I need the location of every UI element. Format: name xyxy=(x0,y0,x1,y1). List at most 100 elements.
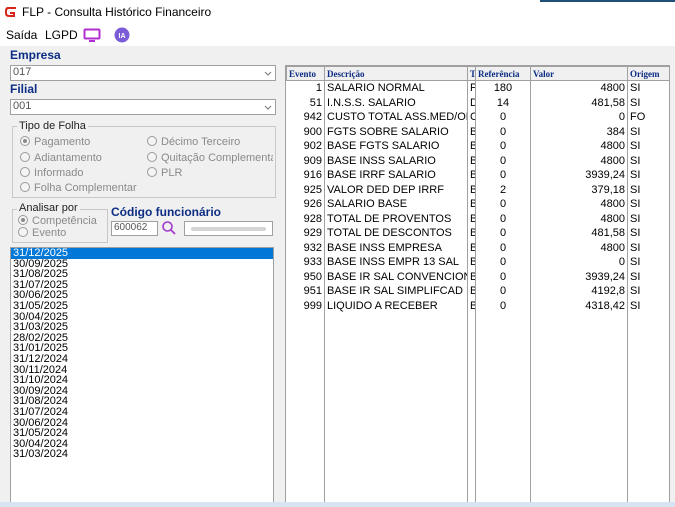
col-referencia[interactable]: Referência xyxy=(475,66,531,81)
date-list-item[interactable]: 31/12/2024 xyxy=(11,354,273,365)
date-list-item[interactable]: 31/03/2024 xyxy=(11,449,273,460)
radio-quitacao-complementar[interactable]: Quitação Complementar xyxy=(147,152,273,164)
table-cell: 3939,24 xyxy=(530,168,628,183)
table-cell: 51 xyxy=(286,95,325,110)
table-row[interactable]: 925VALOR DED DEP IRRFB2379,18SI xyxy=(286,182,669,197)
table-cell: 0 xyxy=(475,255,531,270)
col-evento[interactable]: Evento xyxy=(286,66,325,81)
title-accent-line xyxy=(540,0,675,2)
radio-label: PLR xyxy=(161,167,183,179)
table-cell: 0 xyxy=(475,240,531,255)
radio-label: Adiantamento xyxy=(34,152,102,164)
table-cell: B xyxy=(467,153,476,168)
table-row[interactable]: 1SALARIO NORMALP1804800SI xyxy=(286,80,669,96)
table-cell: SALARIO BASE xyxy=(324,197,468,212)
table-cell: TOTAL DE DESCONTOS xyxy=(324,226,468,241)
codigo-funcionario-input[interactable]: 600062 xyxy=(111,221,158,236)
table-row[interactable]: 926SALARIO BASEB04800SI xyxy=(286,197,669,212)
menu-saida[interactable]: Saída xyxy=(6,28,37,42)
table-row[interactable]: 951BASE IR SAL SIMPLIFCADB04192,8SI xyxy=(286,284,669,299)
radio-dot xyxy=(18,227,28,237)
search-icon[interactable] xyxy=(161,220,177,236)
ia-icon[interactable]: IA xyxy=(114,27,130,43)
table-row[interactable]: 932BASE INSS EMPRESAB04800SI xyxy=(286,240,669,255)
table-row[interactable]: 929TOTAL DE DESCONTOSB0481,58SI xyxy=(286,226,669,241)
table-cell: 0 xyxy=(475,211,531,226)
table-cell: BASE IRRF SALARIO xyxy=(324,168,468,183)
table-row[interactable]: 909BASE INSS SALARIOB04800SI xyxy=(286,153,669,168)
table-cell: 3939,24 xyxy=(530,269,628,284)
radio-folha-complementar[interactable]: Folha Complementar xyxy=(20,182,137,194)
table-row[interactable]: 950BASE IR SAL CONVENCIONB03939,24SI xyxy=(286,269,669,284)
radio-pagamento[interactable]: Pagamento xyxy=(20,136,90,148)
date-list-item[interactable]: 31/12/2025 xyxy=(11,248,273,259)
table-cell: 379,18 xyxy=(530,182,628,197)
competencia-date-list[interactable]: 31/12/2025 30/09/2025 31/08/2025 31/07/2025… xyxy=(10,247,274,504)
col-descricao[interactable]: Descrição xyxy=(324,66,468,81)
col-origem[interactable]: Origem xyxy=(627,66,669,81)
table-row[interactable]: 942CUSTO TOTAL ASS.MED/ODC00FO xyxy=(286,110,669,125)
table-cell: 0 xyxy=(475,110,531,125)
radio-adiantamento[interactable]: Adiantamento xyxy=(20,152,102,164)
radio-label: Quitação Complementar xyxy=(161,152,273,164)
table-cell: 0 xyxy=(530,110,628,125)
table-row[interactable]: 902BASE FGTS SALARIOB04800SI xyxy=(286,139,669,154)
monitor-icon[interactable] xyxy=(83,28,101,43)
table-cell: C xyxy=(467,110,476,125)
table-cell: 4800 xyxy=(530,197,628,212)
table-cell: LIQUIDO A RECEBER xyxy=(324,298,468,313)
menu-lgpd[interactable]: LGPD xyxy=(45,28,78,42)
table-cell: 4192,8 xyxy=(530,284,628,299)
empresa-select[interactable]: 017 xyxy=(10,65,276,81)
chevron-down-icon[interactable] xyxy=(261,100,275,114)
table-empty-cell xyxy=(324,313,468,503)
table-cell: CUSTO TOTAL ASS.MED/OD xyxy=(324,110,468,125)
table-cell: TOTAL DE PROVENTOS xyxy=(324,211,468,226)
table-row[interactable]: 928TOTAL DE PROVENTOSB04800SI xyxy=(286,211,669,226)
date-list-item[interactable]: 31/07/2024 xyxy=(11,407,273,418)
funcionario-name-field xyxy=(184,221,273,236)
table-row[interactable]: 933BASE INSS EMPR 13 SALB00SI xyxy=(286,255,669,270)
table-cell: FO xyxy=(627,110,669,125)
radio-label: Evento xyxy=(32,227,67,239)
date-list-item[interactable]: 31/05/2025 xyxy=(11,301,273,312)
radio-plr[interactable]: PLR xyxy=(147,167,182,179)
table-cell: SI xyxy=(627,269,669,284)
radio-dot xyxy=(20,136,30,146)
table-cell: 925 xyxy=(286,182,325,197)
table-row[interactable]: 900FGTS SOBRE SALARIOB0384SI xyxy=(286,124,669,139)
grid-header-row: Evento Descrição T Referência Valor Orig… xyxy=(286,66,669,81)
codigo-funcionario-label: Código funcionário xyxy=(111,205,221,219)
table-cell: 916 xyxy=(286,168,325,183)
table-empty-cell xyxy=(475,313,531,503)
radio-evento[interactable]: Evento xyxy=(18,227,66,239)
table-cell: 1 xyxy=(286,80,325,96)
table-cell: B xyxy=(467,226,476,241)
empresa-value: 017 xyxy=(13,66,32,78)
table-cell: 2 xyxy=(475,182,531,197)
menu-bar: Saída LGPD IA xyxy=(0,24,675,46)
table-cell: D xyxy=(467,95,476,110)
table-cell: 926 xyxy=(286,197,325,212)
table-cell: BASE IR SAL SIMPLIFCAD xyxy=(324,284,468,299)
table-cell: VALOR DED DEP IRRF xyxy=(324,182,468,197)
table-cell: 0 xyxy=(475,269,531,284)
table-cell: 4800 xyxy=(530,80,628,96)
table-cell: SI xyxy=(627,211,669,226)
col-valor[interactable]: Valor xyxy=(530,66,628,81)
table-cell: 942 xyxy=(286,110,325,125)
table-cell: SI xyxy=(627,284,669,299)
radio-decimo-terceiro[interactable]: Décimo Terceiro xyxy=(147,136,240,148)
table-row[interactable]: 999LIQUIDO A RECEBERB04318,42SI xyxy=(286,298,669,313)
col-tipo[interactable]: T xyxy=(467,66,476,81)
chevron-down-icon[interactable] xyxy=(261,66,275,80)
table-row[interactable]: 916BASE IRRF SALARIOB03939,24SI xyxy=(286,168,669,183)
radio-informado[interactable]: Informado xyxy=(20,167,84,179)
table-cell: 902 xyxy=(286,139,325,154)
table-row[interactable]: 51I.N.S.S. SALARIOD14481,58SI xyxy=(286,95,669,110)
table-cell: FGTS SOBRE SALARIO xyxy=(324,124,468,139)
radio-dot xyxy=(20,152,30,162)
filial-select[interactable]: 001 xyxy=(10,99,276,115)
radio-competencia[interactable]: Competência xyxy=(18,215,97,227)
table-cell: 0 xyxy=(475,284,531,299)
